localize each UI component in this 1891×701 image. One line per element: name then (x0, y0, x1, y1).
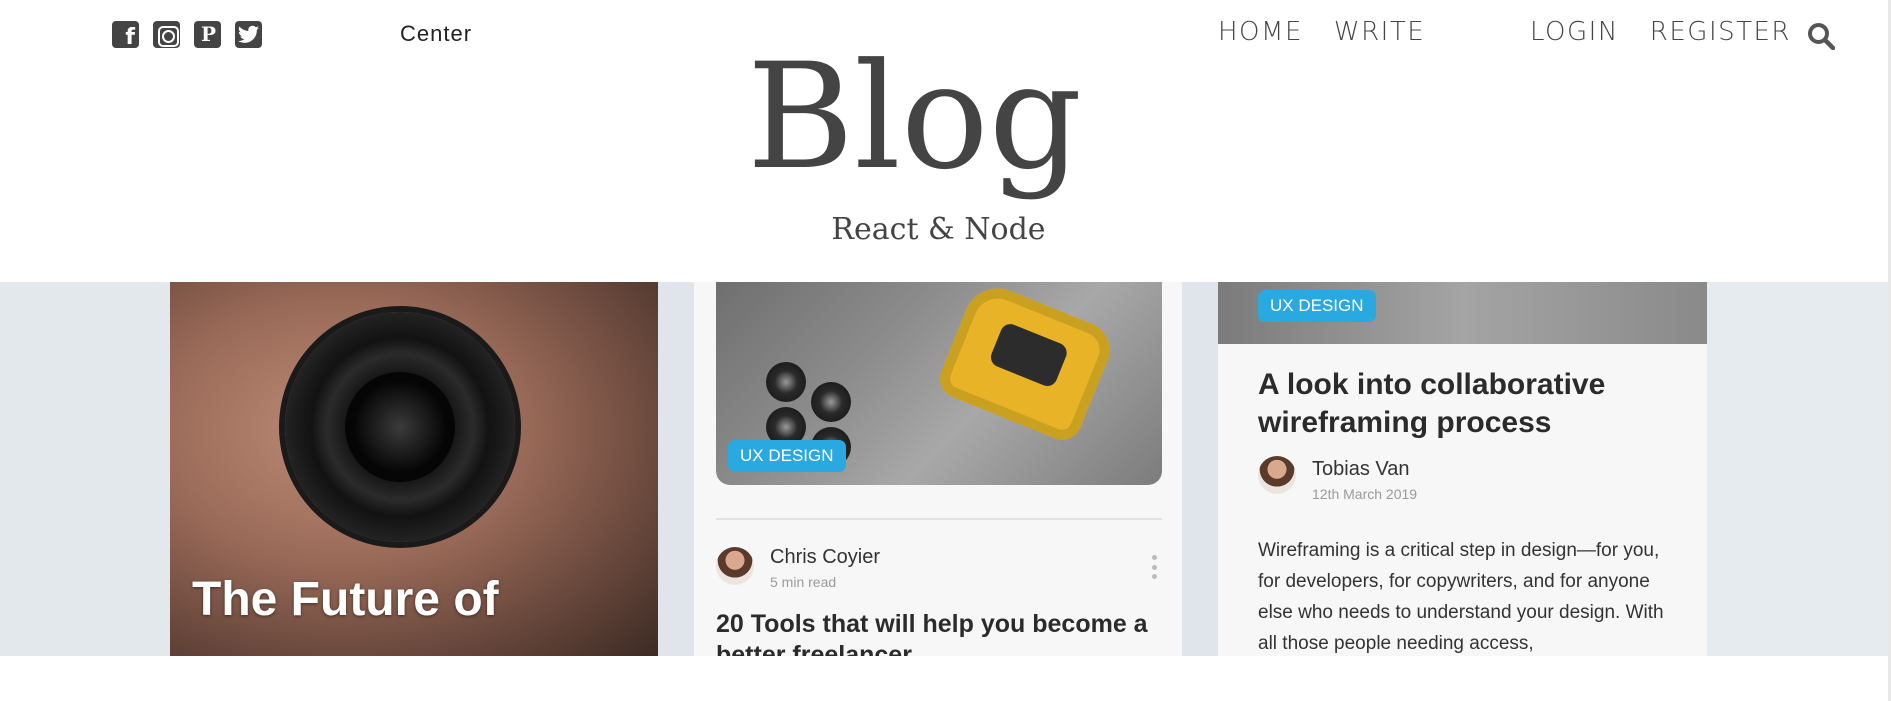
article-title: 20 Tools that will help you become a bet… (716, 610, 1148, 656)
hero-card-tools: UX DESIGN Chris Coyier 5 min read 20 Too… (694, 282, 1182, 656)
blog-title: Blog (746, 32, 1083, 202)
author-avatar (716, 547, 754, 585)
author-name: Tobias Van (1312, 458, 1410, 480)
hero-backdrop-left (0, 282, 170, 656)
hero-image: The Future of UX DESIGN Chris Coyier 5 m… (0, 282, 1891, 656)
hero-card-title: The Future of (192, 573, 499, 626)
card-divider (716, 518, 1162, 520)
hero-backdrop-right (1707, 282, 1891, 656)
page-bottom (0, 656, 1891, 701)
author-name: Chris Coyier (770, 546, 881, 568)
hero-card-photographer: The Future of (170, 282, 658, 656)
article-excerpt: Wireframing is a critical step in design… (1258, 540, 1664, 654)
author-meta: 12th March 2019 (1312, 486, 1418, 502)
tire-stack (811, 382, 851, 422)
nav-login[interactable]: LOGIN (1530, 17, 1619, 47)
main-nav: HOME WRITE (1218, 17, 1425, 47)
category-tag: UX DESIGN (1258, 290, 1376, 322)
article-title: A look into collaborative wireframing pr… (1258, 368, 1606, 439)
category-tag: UX DESIGN (728, 440, 846, 472)
author-meta: 5 min read (770, 574, 837, 590)
race-car (933, 282, 1119, 446)
tire-stack (766, 362, 806, 402)
blog-subtitle: React & Node (831, 212, 1046, 247)
auth-nav: LOGIN REGISTER (1530, 17, 1791, 47)
nav-write[interactable]: WRITE (1334, 17, 1425, 47)
pit-stop-image: UX DESIGN (716, 282, 1162, 485)
nav-register[interactable]: REGISTER (1650, 17, 1791, 47)
nav-home[interactable]: HOME (1218, 17, 1303, 47)
camera-lens (285, 312, 515, 542)
more-options-icon[interactable] (1152, 555, 1158, 579)
hero-card-wireframing: UX DESIGN A look into collaborative wire… (1218, 282, 1707, 656)
author-avatar (1258, 456, 1296, 494)
